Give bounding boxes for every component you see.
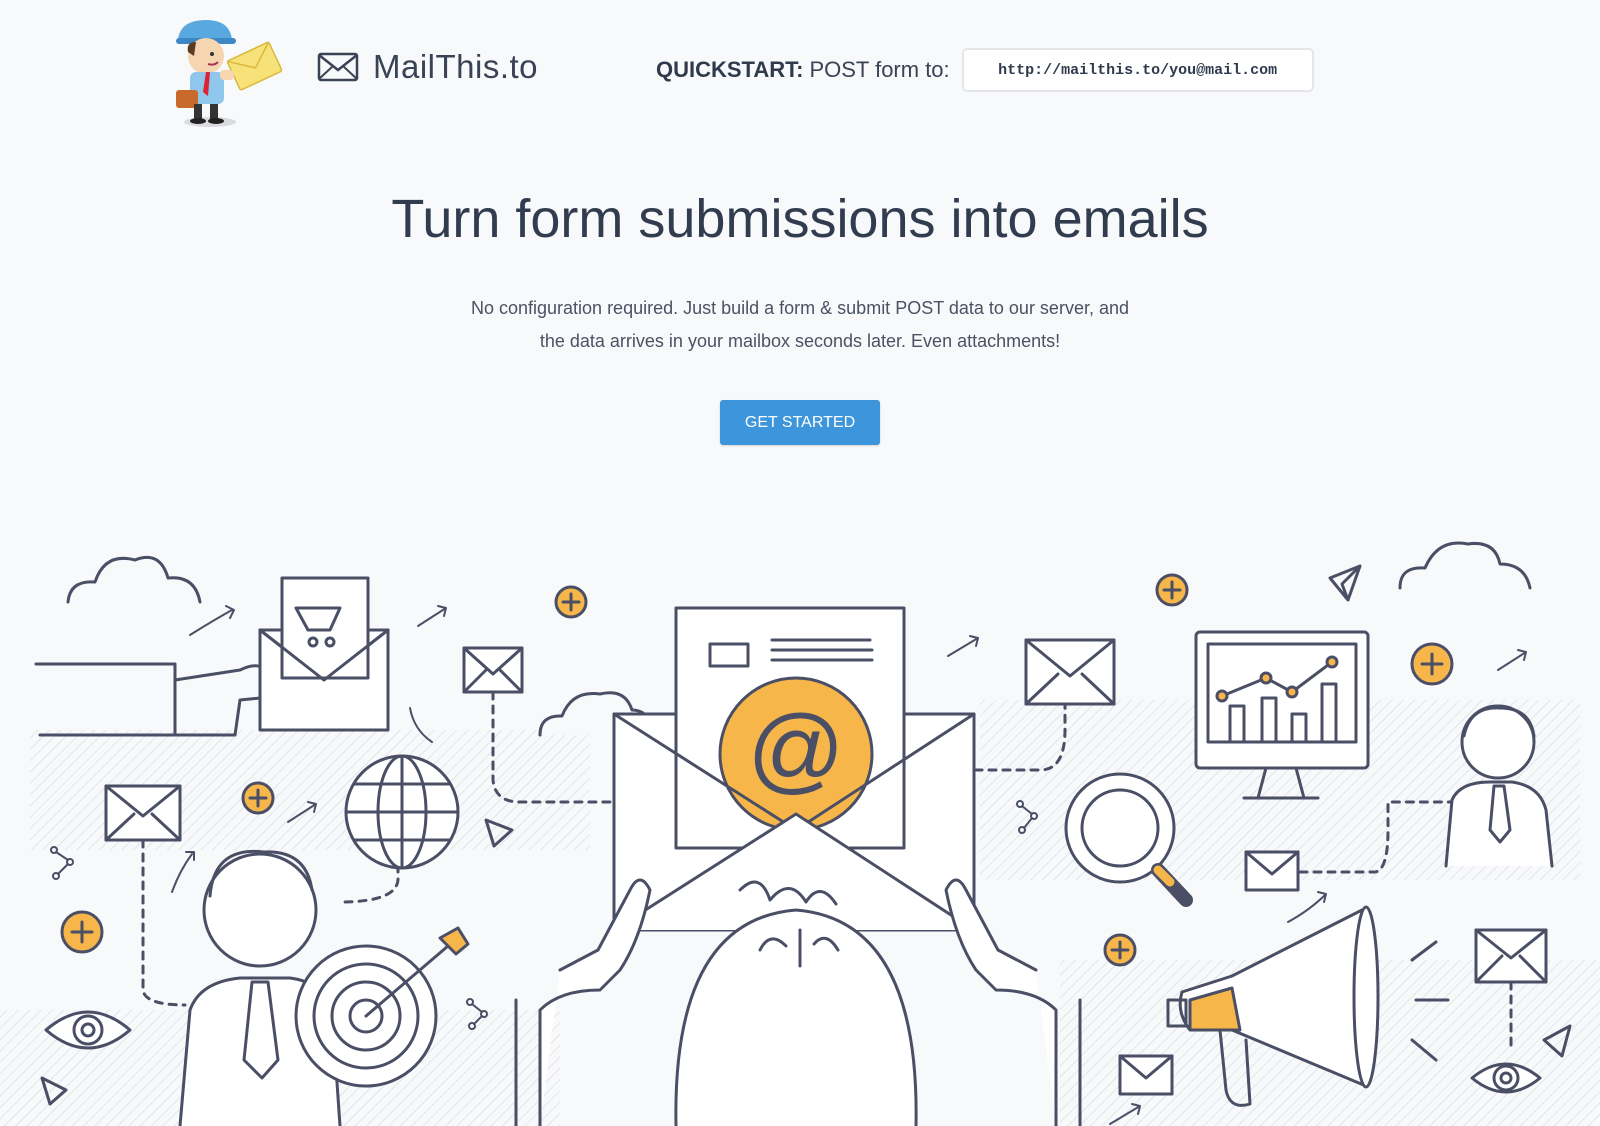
hero-illustration: @ bbox=[0, 541, 1600, 1126]
plus-icon bbox=[1410, 642, 1454, 686]
hero-title: Turn form submissions into emails bbox=[391, 189, 1209, 249]
hero-subtitle: No configuration required. Just build a … bbox=[440, 292, 1160, 358]
quickstart-url-field[interactable]: http://mailthis.to/you@mail.com bbox=[961, 48, 1314, 92]
brand-name: MailThis.to bbox=[373, 48, 539, 85]
quickstart-text: POST form to: bbox=[809, 57, 950, 82]
envelope-icon bbox=[317, 52, 359, 82]
site-header: MailThis.to QUICKSTART: POST form to: ht… bbox=[0, 0, 1600, 140]
cloud-icon bbox=[66, 555, 202, 604]
globe-icon bbox=[344, 754, 460, 870]
quickstart-label: QUICKSTART: bbox=[656, 57, 804, 82]
envelope-icon bbox=[1118, 1054, 1174, 1096]
envelope-icon bbox=[104, 784, 182, 842]
plus-icon bbox=[1155, 573, 1189, 607]
paper-plane-icon bbox=[1328, 564, 1362, 602]
plus-icon bbox=[554, 585, 588, 619]
plus-icon bbox=[1103, 933, 1137, 967]
envelope-icon bbox=[1024, 638, 1116, 706]
at-symbol-icon: @ bbox=[747, 696, 844, 803]
mailman-mascot bbox=[176, 20, 283, 127]
hero-subtitle-line-2: the data arrives in your mailbox seconds… bbox=[539, 331, 1061, 351]
cloud-icon bbox=[1398, 541, 1532, 590]
get-started-button[interactable]: GET STARTED bbox=[720, 400, 880, 445]
envelope-icon bbox=[462, 646, 524, 694]
hero-subtitle-line-1: No configuration required. Just build a … bbox=[470, 298, 1129, 318]
quickstart: QUICKSTART: POST form to: http://mailthi… bbox=[656, 48, 1314, 92]
brand-logo[interactable]: MailThis.to bbox=[317, 48, 538, 86]
envelope-icon bbox=[1244, 850, 1300, 892]
plus-icon bbox=[241, 781, 275, 815]
envelope-icon bbox=[1474, 928, 1548, 984]
plus-icon bbox=[60, 910, 104, 954]
